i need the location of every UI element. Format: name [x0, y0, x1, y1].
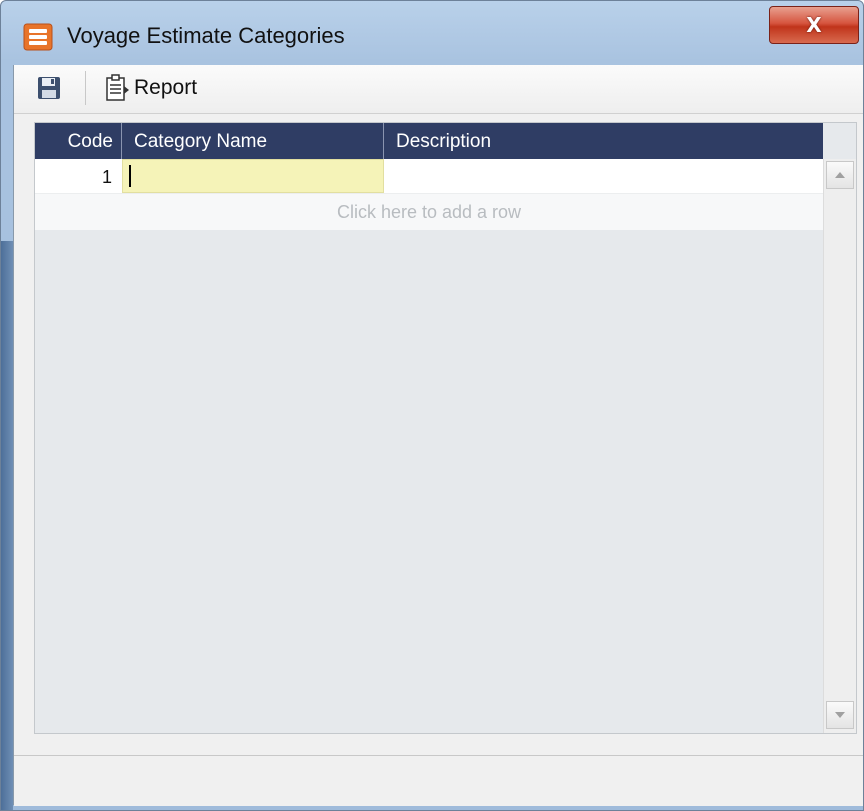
text-cursor	[129, 165, 131, 187]
toolbar: Report	[14, 65, 863, 114]
column-header-code[interactable]: Code	[35, 123, 122, 159]
categories-grid: Code Category Name Description 1 Click h…	[34, 122, 857, 734]
window-left-edge	[1, 241, 13, 810]
voyage-estimate-categories-window: Voyage Estimate Categories X Report Code…	[0, 0, 864, 811]
vertical-scrollbar[interactable]	[823, 159, 856, 733]
description-cell[interactable]	[384, 159, 823, 193]
scroll-down-button[interactable]	[826, 701, 854, 729]
report-icon	[106, 74, 129, 101]
scroll-up-button[interactable]	[826, 161, 854, 189]
column-header-description[interactable]: Description	[384, 123, 823, 159]
arrow-up-icon	[835, 172, 845, 178]
table-row: 1	[35, 159, 823, 193]
title-bar: Voyage Estimate Categories X	[1, 1, 863, 65]
window-title: Voyage Estimate Categories	[67, 23, 345, 48]
arrow-down-icon	[835, 712, 845, 718]
close-button[interactable]: X	[769, 6, 859, 44]
category-name-input[interactable]	[122, 159, 384, 193]
save-icon	[38, 77, 60, 99]
report-label: Report	[134, 76, 198, 99]
save-button[interactable]	[34, 73, 64, 103]
grid-header: Code Category Name Description	[35, 123, 823, 159]
toolbar-separator	[85, 71, 86, 105]
column-header-category-name[interactable]: Category Name	[122, 123, 384, 159]
window-content: Report Code Category Name Description 1 …	[13, 65, 863, 806]
add-row-button[interactable]: Click here to add a row	[35, 193, 823, 230]
report-button[interactable]: Report	[104, 71, 197, 105]
close-icon: X	[806, 13, 822, 37]
status-bar	[14, 755, 863, 806]
app-logo-icon	[23, 23, 53, 51]
code-cell[interactable]: 1	[35, 159, 122, 193]
